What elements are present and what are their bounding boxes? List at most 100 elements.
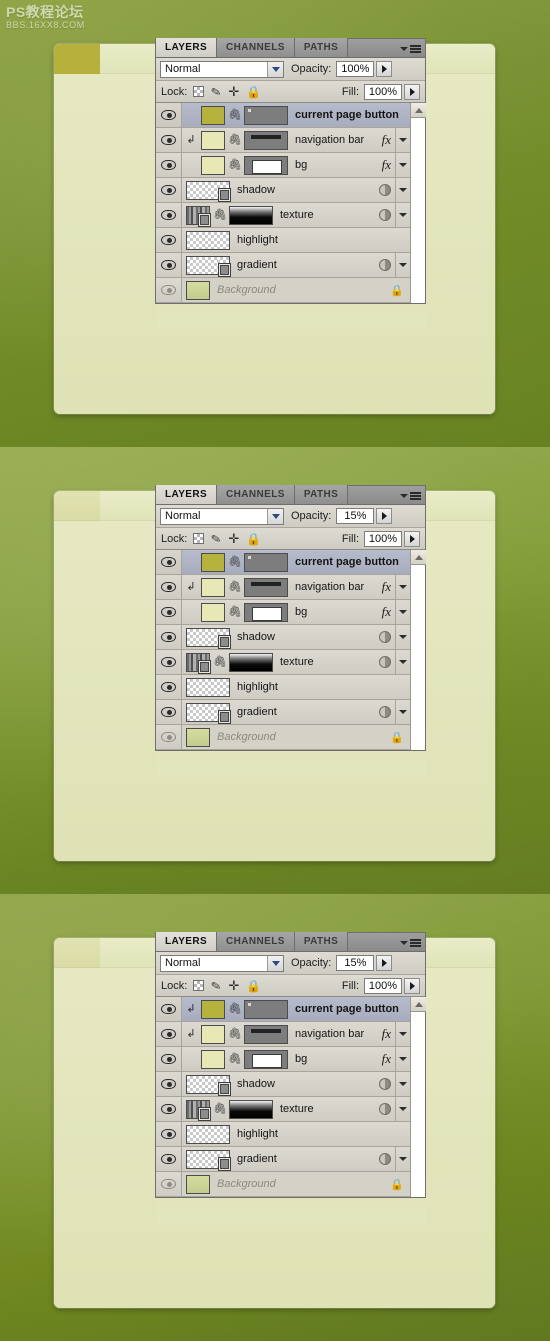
layer-effects-fx-icon[interactable]: fx <box>378 1026 395 1042</box>
layer-link-icon[interactable]: 🖇 <box>228 556 242 568</box>
fill-input[interactable]: 100% <box>364 530 402 547</box>
table-row[interactable]: gradient <box>156 1147 410 1172</box>
layer-visibility-toggle[interactable] <box>156 1097 182 1121</box>
table-row[interactable]: 🖇 current page button <box>156 103 410 128</box>
tab-layers[interactable]: LAYERS <box>156 38 218 57</box>
expand-effects-icon[interactable] <box>395 700 410 724</box>
opacity-stepper-icon[interactable] <box>376 955 393 971</box>
opacity-stepper-icon[interactable] <box>376 61 393 77</box>
layer-link-icon[interactable]: 🖇 <box>213 209 227 221</box>
layer-visibility-toggle[interactable] <box>156 253 182 277</box>
layer-visibility-toggle[interactable] <box>156 103 182 127</box>
layer-visibility-toggle[interactable] <box>156 997 182 1021</box>
table-row[interactable]: 🖇 texture <box>156 650 410 675</box>
chevron-down-icon[interactable] <box>267 508 283 524</box>
layer-visibility-toggle[interactable] <box>156 1122 182 1146</box>
table-row[interactable]: highlight <box>156 1122 410 1147</box>
adjustment-layer-icon[interactable] <box>379 1103 391 1115</box>
expand-effects-icon[interactable] <box>395 1072 410 1096</box>
layer-visibility-toggle[interactable] <box>156 600 182 624</box>
table-row[interactable]: 🖇 texture <box>156 203 410 228</box>
layer-visibility-toggle[interactable] <box>156 625 182 649</box>
table-row[interactable]: shadow <box>156 178 410 203</box>
scroll-up-arrow-icon[interactable] <box>411 103 426 118</box>
layer-visibility-toggle[interactable] <box>156 178 182 202</box>
panel-menu-icon[interactable] <box>399 489 421 502</box>
layer-visibility-toggle[interactable] <box>156 228 182 252</box>
layer-visibility-toggle[interactable] <box>156 725 182 749</box>
scroll-up-arrow-icon[interactable] <box>411 550 426 565</box>
layer-effects-fx-icon[interactable]: fx <box>378 157 395 173</box>
expand-effects-icon[interactable] <box>395 128 410 152</box>
table-row[interactable]: gradient <box>156 253 410 278</box>
lock-all-icon[interactable]: 🔒 <box>246 86 261 98</box>
lock-position-icon[interactable]: ✛ <box>228 85 239 98</box>
layers-scrollbar[interactable] <box>410 997 426 1197</box>
layer-visibility-toggle[interactable] <box>156 153 182 177</box>
adjustment-layer-icon[interactable] <box>379 656 391 668</box>
lock-image-pixels-icon[interactable]: ✎ <box>210 531 223 547</box>
layer-link-icon[interactable]: 🖇 <box>213 1103 227 1115</box>
expand-effects-icon[interactable] <box>395 153 410 177</box>
lock-image-pixels-icon[interactable]: ✎ <box>210 84 223 100</box>
table-row[interactable]: 🖇 texture <box>156 1097 410 1122</box>
chevron-down-icon[interactable] <box>267 61 283 77</box>
layer-link-icon[interactable]: 🖇 <box>228 134 242 146</box>
expand-effects-icon[interactable] <box>395 575 410 599</box>
layer-visibility-toggle[interactable] <box>156 1022 182 1046</box>
table-row[interactable]: gradient <box>156 700 410 725</box>
expand-effects-icon[interactable] <box>395 1147 410 1171</box>
table-row[interactable]: Background 🔒 <box>156 725 410 750</box>
layer-visibility-toggle[interactable] <box>156 1072 182 1096</box>
lock-transparent-pixels-icon[interactable] <box>193 86 205 97</box>
opacity-stepper-icon[interactable] <box>376 508 393 524</box>
layer-visibility-toggle[interactable] <box>156 650 182 674</box>
lock-all-icon[interactable]: 🔒 <box>246 980 261 992</box>
layers-scrollbar[interactable] <box>410 103 426 303</box>
layer-visibility-toggle[interactable] <box>156 1047 182 1071</box>
layer-effects-fx-icon[interactable]: fx <box>378 604 395 620</box>
table-row[interactable]: 🖇 bg fx <box>156 1047 410 1072</box>
layer-visibility-toggle[interactable] <box>156 550 182 574</box>
adjustment-layer-icon[interactable] <box>379 209 391 221</box>
panel-menu-icon[interactable] <box>399 936 421 949</box>
table-row[interactable]: shadow <box>156 1072 410 1097</box>
layer-link-icon[interactable]: 🖇 <box>228 109 242 121</box>
layer-visibility-toggle[interactable] <box>156 675 182 699</box>
opacity-input[interactable]: 15% <box>336 508 375 524</box>
blend-mode-select[interactable]: Normal <box>160 507 284 525</box>
lock-all-icon[interactable]: 🔒 <box>246 533 261 545</box>
expand-effects-icon[interactable] <box>395 600 410 624</box>
expand-effects-icon[interactable] <box>395 1047 410 1071</box>
expand-effects-icon[interactable] <box>395 253 410 277</box>
table-row[interactable]: ↲ 🖇 navigation bar fx <box>156 1022 410 1047</box>
fill-stepper-icon[interactable] <box>404 530 420 547</box>
fill-input[interactable]: 100% <box>364 977 402 994</box>
layer-visibility-toggle[interactable] <box>156 575 182 599</box>
tab-layers[interactable]: LAYERS <box>156 932 218 951</box>
fill-input[interactable]: 100% <box>364 83 402 100</box>
fill-stepper-icon[interactable] <box>404 977 420 994</box>
opacity-input[interactable]: 15% <box>336 955 375 971</box>
lock-transparent-pixels-icon[interactable] <box>193 980 205 991</box>
table-row[interactable]: Background 🔒 <box>156 278 410 303</box>
adjustment-layer-icon[interactable] <box>379 706 391 718</box>
table-row[interactable]: 🖇 current page button <box>156 550 410 575</box>
layer-link-icon[interactable]: 🖇 <box>228 1003 242 1015</box>
adjustment-layer-icon[interactable] <box>379 1078 391 1090</box>
table-row[interactable]: highlight <box>156 228 410 253</box>
layer-visibility-toggle[interactable] <box>156 700 182 724</box>
expand-effects-icon[interactable] <box>395 178 410 202</box>
layer-effects-fx-icon[interactable]: fx <box>378 1051 395 1067</box>
expand-effects-icon[interactable] <box>395 625 410 649</box>
blend-mode-select[interactable]: Normal <box>160 954 284 972</box>
chevron-down-icon[interactable] <box>267 955 283 971</box>
layer-link-icon[interactable]: 🖇 <box>228 1053 242 1065</box>
expand-effects-icon[interactable] <box>395 1022 410 1046</box>
layer-visibility-toggle[interactable] <box>156 1147 182 1171</box>
layers-scrollbar[interactable] <box>410 550 426 750</box>
layer-effects-fx-icon[interactable]: fx <box>378 579 395 595</box>
tab-paths[interactable]: PATHS <box>294 38 349 57</box>
table-row[interactable]: shadow <box>156 625 410 650</box>
tab-layers[interactable]: LAYERS <box>156 485 218 504</box>
